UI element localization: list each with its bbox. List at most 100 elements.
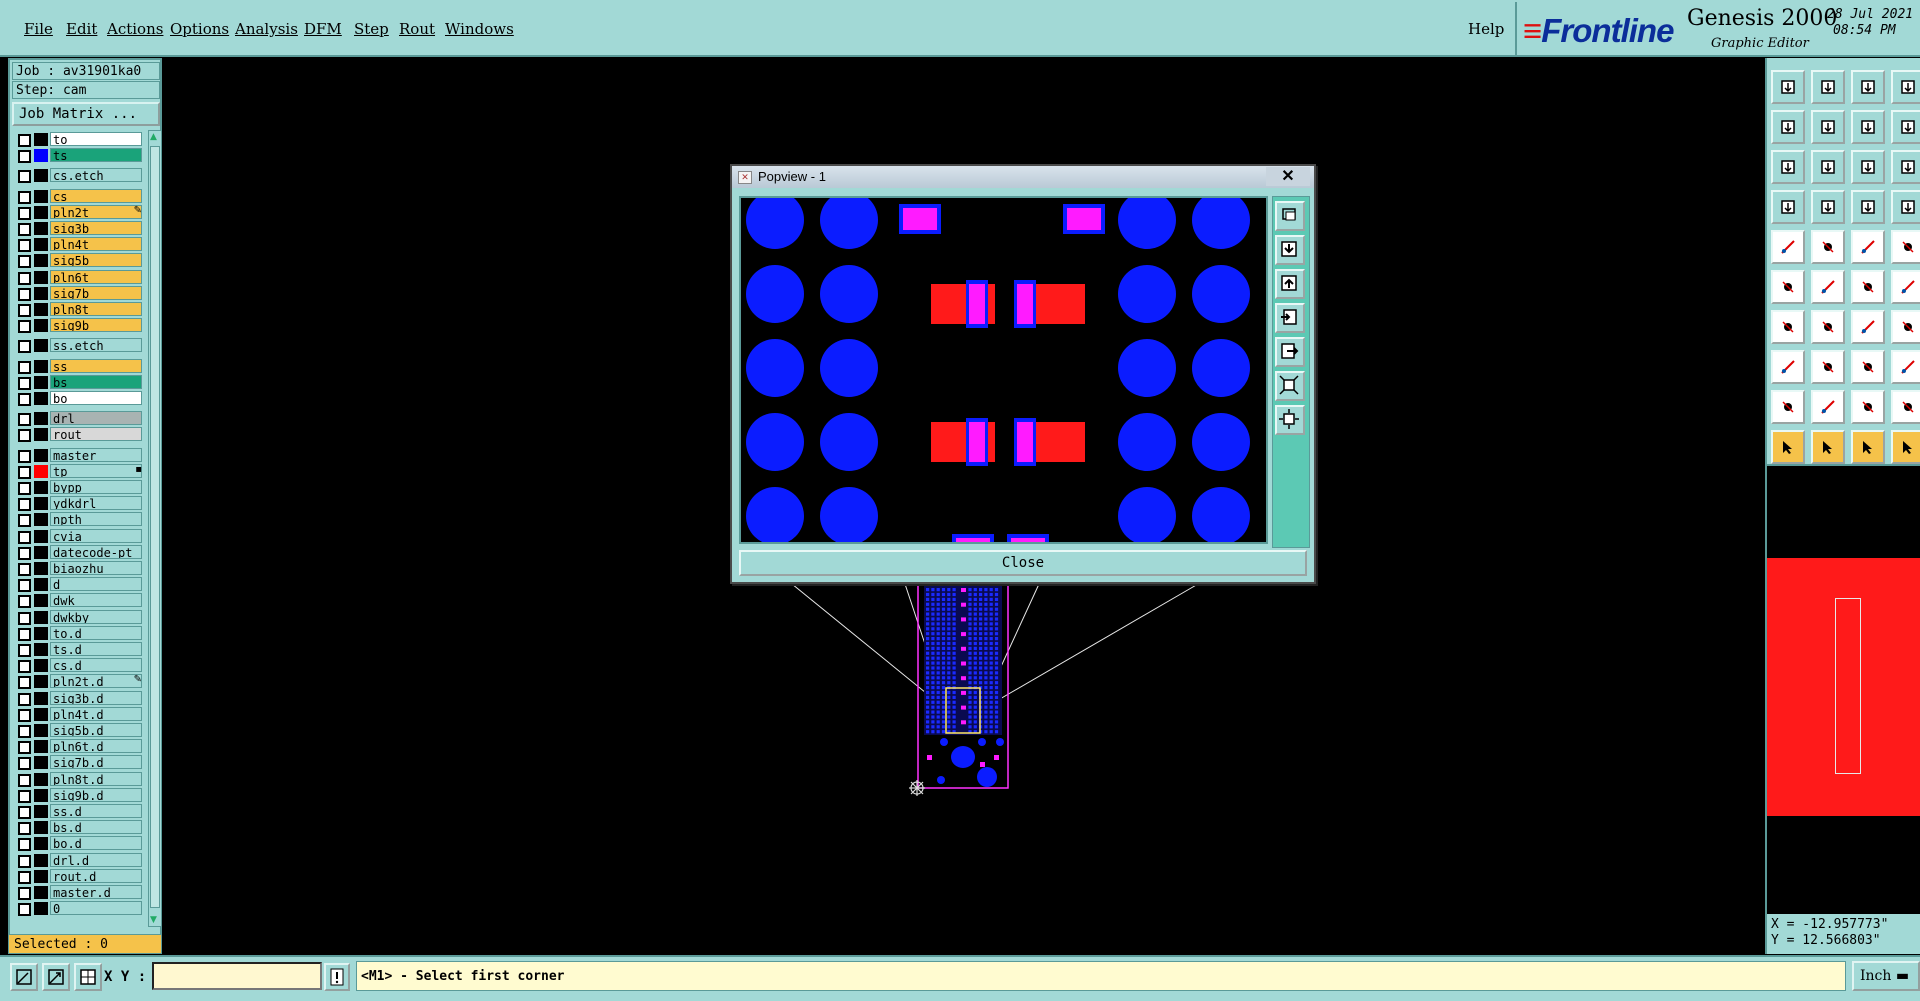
layer-row[interactable]: sig3b.d bbox=[12, 690, 144, 706]
layout-icon[interactable] bbox=[1891, 70, 1920, 104]
layer-color-swatch[interactable] bbox=[34, 821, 48, 835]
layer-name[interactable]: ss.d bbox=[50, 804, 142, 818]
layer-checkbox[interactable] bbox=[18, 741, 31, 755]
center-icon[interactable] bbox=[1811, 150, 1845, 184]
layer-name[interactable]: sig3b.d bbox=[50, 690, 142, 705]
layer-color-swatch[interactable] bbox=[34, 448, 48, 462]
triangle2-icon[interactable] bbox=[1811, 390, 1845, 424]
layer-name[interactable]: to.d bbox=[50, 625, 142, 640]
layer-color-swatch[interactable] bbox=[34, 464, 48, 478]
menu-edit[interactable]: Edit bbox=[66, 20, 97, 38]
layer-name[interactable]: master bbox=[50, 447, 142, 462]
popview-close-button[interactable]: Close bbox=[739, 550, 1307, 576]
layer-name[interactable]: sig5b.d bbox=[50, 723, 142, 737]
layer-color-swatch[interactable] bbox=[34, 594, 48, 608]
layer-color-swatch[interactable] bbox=[34, 691, 48, 705]
layer-name[interactable]: datecode-pt bbox=[50, 544, 142, 559]
layer-checkbox[interactable] bbox=[18, 660, 31, 674]
triangle3-icon[interactable] bbox=[1851, 390, 1885, 424]
layer-checkbox[interactable] bbox=[18, 465, 31, 479]
layer-color-swatch[interactable] bbox=[34, 254, 48, 268]
layer-row[interactable]: drl bbox=[12, 411, 144, 427]
import-icon[interactable] bbox=[1771, 70, 1805, 104]
layer-checkbox[interactable] bbox=[18, 429, 31, 443]
layer-row[interactable]: pln2t ✎ bbox=[12, 204, 144, 220]
layer-row[interactable]: sig9b.d bbox=[12, 787, 144, 803]
layer-checkbox[interactable] bbox=[18, 255, 31, 269]
layer-row[interactable]: rout.d bbox=[12, 868, 144, 884]
layer-row[interactable]: cs bbox=[12, 188, 144, 204]
layer-checkbox[interactable] bbox=[18, 887, 31, 900]
layer-name[interactable]: pln6t.d bbox=[50, 739, 142, 754]
fit-icon[interactable] bbox=[1771, 150, 1805, 184]
layer-name[interactable]: drl.d bbox=[50, 852, 142, 867]
tree-icon[interactable] bbox=[1771, 190, 1805, 224]
layer-checkbox[interactable] bbox=[18, 806, 31, 819]
layer-color-swatch[interactable] bbox=[34, 756, 48, 770]
layer-checkbox[interactable] bbox=[18, 611, 31, 625]
units-selector[interactable]: Inch ▬ bbox=[1852, 961, 1920, 991]
layer-color-swatch[interactable] bbox=[34, 724, 48, 737]
menu-actions[interactable]: Actions bbox=[107, 20, 163, 38]
layer-row[interactable]: datecode-pt bbox=[12, 544, 144, 560]
layer-name[interactable]: cvia bbox=[50, 528, 142, 543]
layer-row[interactable]: ss.etch bbox=[12, 338, 144, 354]
select-mode-icon[interactable] bbox=[10, 963, 38, 991]
layer-color-swatch[interactable] bbox=[34, 513, 48, 527]
layer-checkbox[interactable] bbox=[18, 206, 31, 220]
layer-checkbox[interactable] bbox=[18, 271, 31, 285]
layer-color-swatch[interactable] bbox=[34, 659, 48, 673]
layer-name[interactable]: npth bbox=[50, 512, 142, 527]
traffic2-icon[interactable] bbox=[1891, 190, 1920, 224]
layer-name[interactable]: sig3b bbox=[50, 221, 142, 235]
triangle4-icon[interactable] bbox=[1891, 390, 1920, 424]
layer-row[interactable]: pln4t.d bbox=[12, 706, 144, 722]
line-mode-icon[interactable] bbox=[42, 963, 70, 991]
layer-row[interactable]: sig3b bbox=[12, 221, 144, 236]
layer-checkbox[interactable] bbox=[18, 514, 31, 528]
connect-icon[interactable] bbox=[1851, 270, 1885, 304]
layer-name[interactable]: ts bbox=[50, 148, 142, 163]
menu-file[interactable]: File bbox=[24, 20, 53, 38]
layer-row[interactable]: tp ▪ bbox=[12, 463, 144, 479]
layer-row[interactable]: dwk bbox=[12, 593, 144, 609]
layer-color-swatch[interactable] bbox=[34, 643, 48, 656]
pv-export-icon[interactable] bbox=[1275, 269, 1305, 299]
layer-color-swatch[interactable] bbox=[34, 149, 48, 163]
menu-windows[interactable]: Windows bbox=[445, 20, 514, 38]
layer-color-swatch[interactable] bbox=[34, 545, 48, 559]
layer-checkbox[interactable] bbox=[18, 789, 31, 803]
layer-color-swatch[interactable] bbox=[34, 529, 48, 543]
layer-name[interactable]: dwkby bbox=[50, 609, 142, 624]
layer-checkbox[interactable] bbox=[18, 563, 31, 576]
layer-checkbox[interactable] bbox=[18, 773, 31, 787]
scroll-thumb[interactable] bbox=[150, 146, 160, 908]
layer-name[interactable]: biaozhu bbox=[50, 561, 142, 575]
layer-name[interactable]: sig5b bbox=[50, 253, 142, 268]
layer-row[interactable]: bo bbox=[12, 391, 144, 406]
layer-checkbox[interactable] bbox=[18, 530, 31, 544]
layer-name[interactable]: pln8t bbox=[50, 302, 142, 316]
layer-row[interactable]: pln6t bbox=[12, 269, 144, 285]
layer-name[interactable]: ydkdrl bbox=[50, 496, 142, 511]
layer-checkbox[interactable] bbox=[18, 340, 31, 354]
layer-checkbox[interactable] bbox=[18, 595, 31, 609]
layer-name[interactable]: bo.d bbox=[50, 836, 142, 851]
layer-name[interactable]: drl bbox=[50, 411, 142, 426]
layer-row[interactable]: master bbox=[12, 447, 144, 463]
cross-icon[interactable] bbox=[1811, 270, 1845, 304]
layer-checkbox[interactable] bbox=[18, 170, 31, 184]
pin-icon[interactable] bbox=[1771, 350, 1805, 384]
layer-row[interactable]: bo.d bbox=[12, 836, 144, 852]
layer-color-swatch[interactable] bbox=[34, 222, 48, 235]
layer-color-swatch[interactable] bbox=[34, 303, 48, 316]
box-icon[interactable] bbox=[1891, 350, 1920, 384]
layer-row[interactable]: ss.d bbox=[12, 804, 144, 819]
layer-name[interactable]: cs bbox=[50, 188, 142, 203]
layer-color-swatch[interactable] bbox=[34, 133, 48, 146]
alert-icon[interactable] bbox=[324, 963, 350, 991]
layer-row[interactable]: sig9b bbox=[12, 318, 144, 334]
slash-icon[interactable] bbox=[1811, 310, 1845, 344]
measure-icon[interactable] bbox=[1771, 230, 1805, 264]
layer-name[interactable]: ss bbox=[50, 358, 142, 373]
